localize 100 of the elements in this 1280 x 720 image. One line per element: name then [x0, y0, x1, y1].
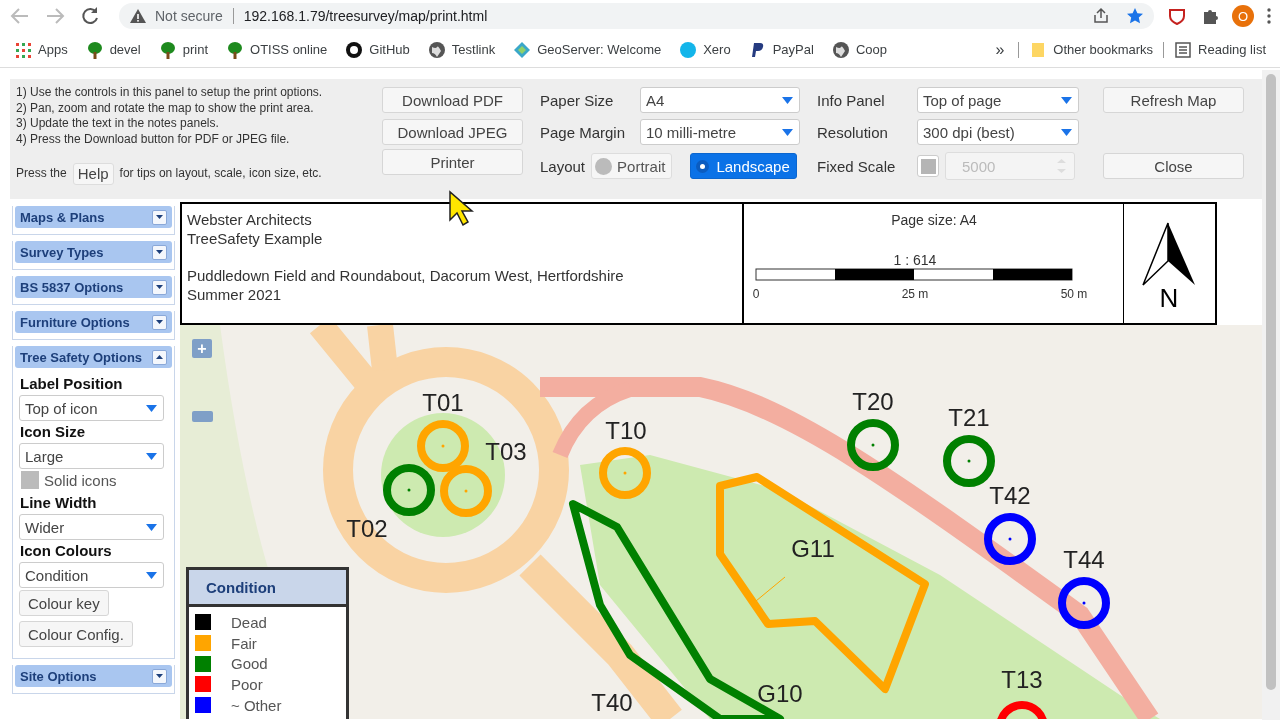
option-heading: Icon Size — [20, 423, 87, 440]
tree-marker[interactable] — [847, 419, 899, 471]
instruction-text: 1) Use the controls in this panel to setup the print options. — [16, 85, 324, 101]
tree-marker[interactable] — [984, 513, 1036, 565]
section-header[interactable]: Tree Safety Options — [15, 346, 172, 368]
dropdown[interactable]: Condition — [19, 562, 164, 588]
download-pdf-button[interactable]: Download PDF — [382, 87, 523, 113]
tree-marker[interactable] — [417, 420, 469, 472]
bookmark[interactable]: GitHub — [345, 40, 410, 59]
caret-icon — [146, 523, 157, 531]
tree-label: T21 — [948, 404, 990, 431]
help-prompt: Press the — [16, 166, 67, 182]
caret-icon — [146, 452, 157, 460]
dropdown[interactable]: 300 dpi (best) — [917, 119, 1079, 145]
printer-button[interactable]: Printer — [382, 149, 523, 175]
field-label: Fixed Scale — [816, 157, 897, 175]
bookmark[interactable]: print — [158, 40, 208, 59]
option-heading: Icon Colours — [20, 542, 113, 559]
legend-label: Poor — [231, 675, 263, 693]
option-heading: Label Position — [20, 375, 124, 392]
legend-label: Fair — [231, 634, 257, 652]
globe-icon — [427, 40, 446, 59]
dropdown[interactable]: Large — [19, 443, 164, 469]
sidebar-button[interactable]: Colour Config. — [19, 621, 133, 647]
expand-icon[interactable] — [152, 314, 167, 330]
bookmark[interactable]: OTISS online — [226, 40, 328, 59]
bookmark[interactable]: devel — [85, 40, 141, 59]
dropdown[interactable]: A4 — [640, 87, 800, 113]
expand-icon[interactable] — [152, 668, 167, 684]
bookmark[interactable]: GeoServer: Welcome — [513, 40, 662, 59]
star-icon[interactable] — [1126, 7, 1144, 25]
page-size-text: Page size: A4 — [891, 212, 977, 228]
section-header[interactable]: Maps & Plans — [15, 206, 172, 228]
caret-icon — [782, 128, 793, 136]
tree-label: T03 — [485, 438, 527, 465]
site-line: Summer 2021 — [187, 285, 283, 304]
puzzle-icon[interactable] — [1202, 7, 1220, 25]
share-icon[interactable] — [1092, 7, 1110, 25]
checkbox[interactable] — [21, 471, 39, 489]
close-button[interactable]: Close — [1103, 153, 1244, 179]
reading-list-button[interactable]: Reading list — [1174, 40, 1266, 59]
download-jpeg-button[interactable]: Download JPEG — [382, 119, 523, 145]
caret-icon — [146, 404, 157, 412]
tree-icon — [226, 40, 244, 59]
checkbox-label: Solid icons — [44, 471, 117, 489]
scrollbar[interactable] — [1262, 70, 1280, 720]
caret-icon — [1061, 128, 1072, 136]
shield-icon[interactable] — [1168, 7, 1186, 25]
bookmark[interactable]: Coop — [831, 40, 887, 59]
tree-icon — [85, 40, 104, 59]
apps-grid-icon — [14, 40, 32, 59]
legend-label: Good — [231, 655, 268, 673]
url-text: 192.168.1.79/treesurvey/map/print.html — [243, 8, 488, 24]
sidebar-button[interactable]: Colour key — [19, 590, 109, 616]
dropdown[interactable]: Wider — [19, 514, 164, 540]
north-arrow-icon — [1141, 221, 1195, 286]
diamond-icon — [513, 40, 532, 59]
security-label: Not secure — [155, 8, 223, 24]
warning-icon — [129, 7, 147, 25]
help-button[interactable]: Help — [72, 163, 114, 185]
bookmark[interactable]: Testlink — [427, 40, 496, 59]
tree-marker[interactable] — [1058, 577, 1110, 629]
north-label: N — [1159, 282, 1178, 309]
tree-marker[interactable] — [996, 701, 1048, 719]
caret-icon — [1061, 96, 1072, 104]
bookmark[interactable]: Apps — [14, 40, 68, 59]
section-header[interactable]: BS 5837 Options — [15, 276, 172, 298]
bookmark-folder[interactable]: Other bookmarks — [1029, 40, 1154, 59]
expand-icon[interactable] — [152, 209, 167, 225]
caret-icon — [146, 571, 157, 579]
field-label: Resolution — [816, 123, 889, 141]
dropdown[interactable]: 10 milli-metre — [640, 119, 800, 145]
address-bar[interactable]: Not secure 192.168.1.79/treesurvey/map/print.html — [119, 3, 1154, 29]
bookmark[interactable]: PayPal — [748, 40, 814, 59]
menu-icon[interactable] — [1266, 7, 1272, 25]
tree-marker[interactable] — [383, 464, 435, 516]
tree-label: T10 — [605, 417, 647, 444]
tree-marker[interactable] — [440, 465, 492, 517]
field-label: Layout — [539, 157, 586, 175]
tree-label: T13 — [1001, 666, 1043, 693]
tree-marker[interactable] — [943, 435, 995, 487]
expand-icon[interactable] — [152, 244, 167, 260]
collapse-icon[interactable] — [152, 349, 167, 365]
section-header[interactable]: Survey Types — [15, 241, 172, 263]
section-header[interactable]: Furniture Options — [15, 311, 172, 333]
tree-marker[interactable] — [599, 447, 651, 499]
field-label: Paper Size — [539, 91, 615, 109]
radio-button[interactable]: Landscape — [690, 153, 797, 179]
list-icon — [1174, 40, 1193, 59]
dropdown[interactable]: Top of icon — [19, 395, 164, 421]
legend-label: Dead — [231, 613, 267, 631]
radio-button[interactable]: Portrait — [591, 153, 673, 179]
expand-icon[interactable] — [152, 279, 167, 295]
more-bookmarks-chevron[interactable]: » — [995, 40, 1005, 59]
bookmark[interactable]: Xero — [679, 40, 731, 59]
leader-line — [755, 576, 786, 602]
legend-label: ~ Other — [231, 696, 282, 714]
section-header[interactable]: Site Options — [15, 665, 172, 687]
dropdown[interactable]: Top of page — [917, 87, 1079, 113]
refresh-map-button[interactable]: Refresh Map — [1103, 87, 1244, 113]
